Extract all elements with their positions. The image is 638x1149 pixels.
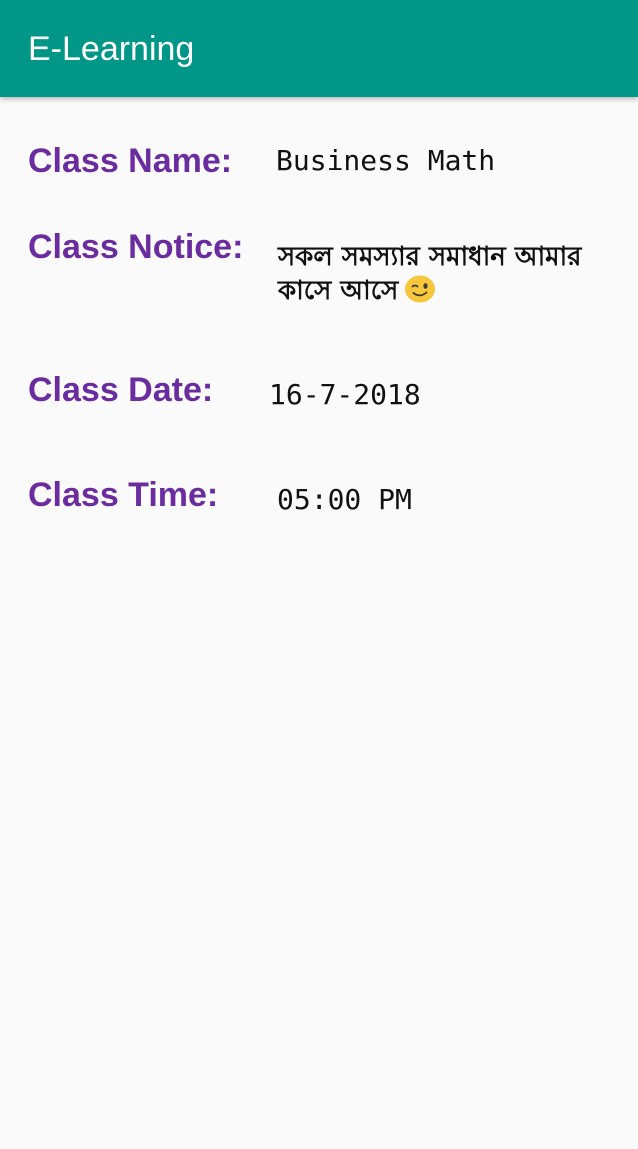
app-title: E-Learning [28, 30, 195, 68]
class-date-label: Class Date: [28, 371, 214, 409]
class-time-label: Class Time: [28, 476, 219, 514]
app-bar: E-Learning [0, 0, 638, 97]
class-date-value: 16-7-2018 [269, 378, 421, 411]
class-notice-value: সকল সমস্যার সমাধান আমার কাসে আসে [278, 240, 598, 308]
class-notice-label: Class Notice: [28, 228, 244, 266]
class-name-label: Class Name: [28, 142, 233, 180]
class-name-value: Business Math [276, 144, 496, 177]
class-time-value: 05:00 PM [277, 483, 412, 516]
winking-face-icon [404, 274, 436, 304]
